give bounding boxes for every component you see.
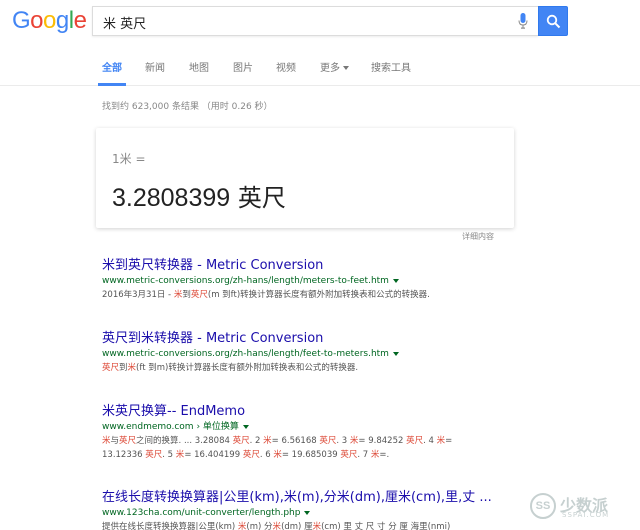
snippet-keyword: 英尺: [319, 436, 337, 446]
snippet-keyword: 米: [102, 436, 111, 446]
logo-letter: g: [55, 7, 69, 34]
tab-maps[interactable]: 地图: [189, 59, 209, 74]
snippet-keyword: 米: [272, 522, 282, 530]
tab-more[interactable]: 更多: [320, 59, 349, 74]
tab-more-label: 更多: [320, 63, 340, 74]
result-snippet: 2016年3月31日 - 米到英尺(m 到ft)转换计算器长度有额外附加转换表和…: [102, 288, 632, 302]
microphone-icon[interactable]: [518, 13, 528, 30]
snippet-text: = 6.56168: [271, 436, 320, 446]
snippet-text: 13.12336: [102, 450, 146, 460]
result-url: www.metric-conversions.org/zh-hans/lengt…: [102, 347, 632, 361]
result-snippet: 英尺到米(ft 到m)转换计算器长度有额外附加转换表和公式的转换器.: [102, 361, 632, 375]
result-stats: 找到约 623,000 条结果 （用时 0.26 秒）: [102, 102, 273, 112]
watermark-site: SSPAI.COM: [562, 511, 610, 519]
result-url-text: www.endmemo.com: [102, 422, 194, 432]
logo-letter: o: [30, 7, 44, 34]
tab-news[interactable]: 新闻: [145, 59, 165, 74]
snippet-keyword: 英尺: [242, 450, 260, 460]
tab-all[interactable]: 全部: [102, 59, 122, 74]
logo-letter: e: [73, 7, 87, 34]
converter-result-value: 3.2808399: [112, 184, 231, 212]
tab-videos[interactable]: 视频: [276, 59, 296, 74]
snippet-keyword: 英尺: [145, 450, 163, 460]
search-result: 英尺到米转换器 - Metric Conversion www.metric-c…: [102, 331, 632, 375]
result-title-link[interactable]: 米到英尺转换器 - Metric Conversion: [102, 258, 632, 274]
snippet-text: . 5: [162, 450, 176, 460]
snippet-text: . 7: [357, 450, 371, 460]
search-result: 米英尺换算-- EndMemo www.endmemo.com › 单位换算 米…: [102, 404, 632, 462]
header: Google 米 英尺: [0, 0, 640, 42]
watermark-logo: SS: [530, 493, 556, 519]
snippet-text: 与: [110, 436, 120, 446]
dropdown-arrow-icon[interactable]: [392, 278, 399, 283]
result-url: www.endmemo.com › 单位换算: [102, 420, 632, 434]
tab-search-tools[interactable]: 搜索工具: [371, 59, 411, 74]
snippet-text: =: [445, 436, 453, 446]
tab-images[interactable]: 图片: [233, 59, 253, 74]
search-input[interactable]: 米 英尺: [92, 6, 538, 36]
google-logo[interactable]: Google: [12, 7, 87, 35]
logo-letter: G: [12, 7, 31, 34]
snippet-keyword: 英尺: [119, 436, 137, 446]
snippet-keyword: 米: [263, 436, 272, 446]
active-tab-indicator: [98, 83, 126, 86]
chevron-down-icon: [343, 66, 349, 70]
details-link[interactable]: 详细内容: [462, 231, 494, 242]
search-query[interactable]: 米 英尺: [103, 13, 146, 32]
snippet-keyword: 英尺: [406, 436, 424, 446]
sspai-watermark: SS 少数派 SSPAI.COM: [530, 490, 634, 524]
snippet-keyword: 英尺: [340, 450, 358, 460]
result-snippet: 米与英尺之间的换算. ... 3.28084 英尺. 2 米= 6.56168 …: [102, 434, 632, 448]
converter-result-unit: 英尺: [237, 184, 286, 212]
snippet-keyword: 英尺: [232, 436, 250, 446]
snippet-keyword: 英尺: [190, 290, 208, 300]
result-title-link[interactable]: 米英尺换算-- EndMemo: [102, 404, 632, 420]
search-result: 米到英尺转换器 - Metric Conversion www.metric-c…: [102, 258, 632, 302]
snippet-text: (dm) 厘: [281, 522, 313, 530]
snippet-text: . 6: [259, 450, 274, 460]
dropdown-arrow-icon[interactable]: [392, 351, 399, 356]
snippet-keyword: 米: [127, 363, 137, 373]
logo-letter: o: [43, 7, 56, 34]
snippet-text: = 16.404199: [184, 450, 243, 460]
search-tabs: 全部 新闻 地图 图片 视频 更多 搜索工具: [0, 52, 640, 86]
snippet-text: 到: [119, 363, 128, 373]
snippet-text: (m 到ft)转换计算器长度有额外附加转换表和公式的转换器.: [207, 290, 430, 300]
dropdown-arrow-icon[interactable]: [242, 424, 249, 429]
snippet-text: . 2: [249, 436, 264, 446]
result-title-link[interactable]: 英尺到米转换器 - Metric Conversion: [102, 331, 632, 347]
snippet-text: (cm) 里 丈 尺 寸 分 厘 海里(nmi): [321, 522, 451, 530]
result-url: www.metric-conversions.org/zh-hans/lengt…: [102, 274, 632, 288]
unit-converter-card: 1米 = 3.2808399 英尺: [96, 128, 514, 228]
dropdown-arrow-icon[interactable]: [304, 510, 311, 515]
snippet-text: 之间的换算. ... 3.28084: [136, 436, 233, 446]
snippet-text: = 19.685039: [281, 450, 341, 460]
result-url-text: www.123cha.com/unit-converter/length.php: [102, 508, 301, 518]
snippet-keyword: 米: [273, 450, 282, 460]
result-url-text: www.metric-conversions.org/zh-hans/lengt…: [102, 349, 389, 359]
snippet-text: 提供在线长度转换换算器|公里(km): [102, 522, 238, 530]
snippet-text: =.: [379, 450, 390, 460]
snippet-keyword: 英尺: [102, 363, 120, 373]
result-url-text: www.metric-conversions.org/zh-hans/lengt…: [102, 276, 389, 286]
converter-from: 1米 =: [112, 152, 146, 166]
snippet-text: (m) 分: [246, 522, 273, 530]
snippet-text: = 9.84252: [358, 436, 407, 446]
snippet-text: . 3: [336, 436, 350, 446]
search-button[interactable]: [538, 6, 568, 36]
converter-result: 3.2808399 英尺: [112, 178, 286, 213]
snippet-text: 2016年3月31日 -: [102, 290, 174, 300]
result-snippet-line2: 13.12336 英尺. 5 米= 16.404199 英尺. 6 米= 19.…: [102, 448, 632, 462]
snippet-text: . 4: [423, 436, 437, 446]
magnifier-icon: [546, 14, 561, 29]
snippet-text: 到: [182, 290, 191, 300]
snippet-keyword: 米: [436, 436, 446, 446]
result-breadcrumb: › 单位换算: [193, 422, 239, 432]
snippet-keyword: 米: [312, 522, 322, 530]
snippet-text: (ft 到m)转换计算器长度有额外附加转换表和公式的转换器.: [136, 363, 359, 373]
